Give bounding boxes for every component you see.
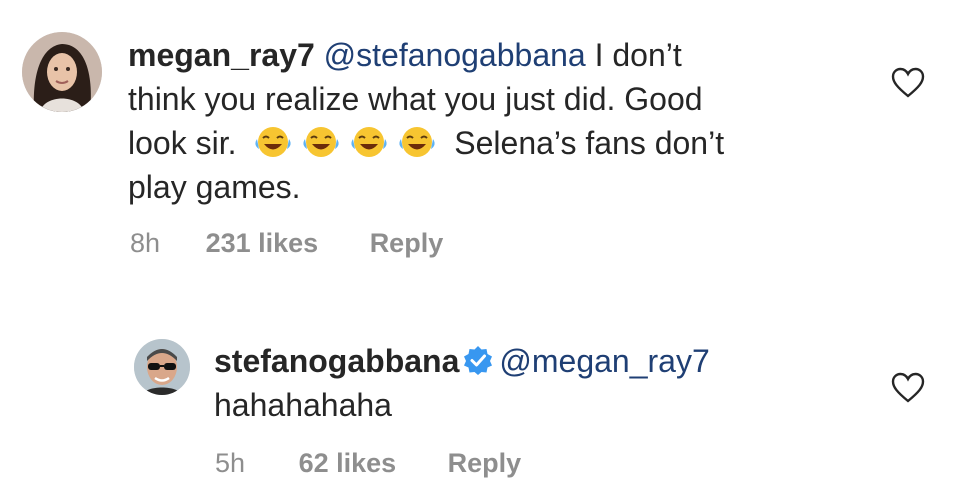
username[interactable]: megan_ray7	[128, 37, 315, 73]
timestamp: 5h	[215, 448, 246, 478]
mention-link[interactable]: @megan_ray7	[499, 343, 709, 379]
reply-button[interactable]: Reply	[448, 448, 522, 479]
comment-fragment: Selena’s fans don’t	[454, 125, 725, 161]
mention-link[interactable]: @stefanogabbana	[324, 37, 586, 73]
comment-meta: 5h 62 likes Reply	[215, 448, 521, 479]
comment-line-2: hahahahaha	[214, 387, 392, 423]
username[interactable]: stefanogabbana	[214, 343, 459, 379]
likes-count[interactable]: 231 likes	[206, 228, 319, 259]
face-with-tears-of-joy-icon	[255, 127, 291, 157]
comment-line-1: megan_ray7 @stefanogabbana I don’t	[128, 33, 724, 77]
reply-button[interactable]: Reply	[370, 228, 444, 259]
comment-text: megan_ray7 @stefanogabbana I don’t think…	[128, 33, 724, 209]
avatar-man-sunglasses-photo-icon	[134, 339, 190, 395]
comment-line-4: play games.	[128, 169, 301, 205]
comment-stefanogabbana: stefanogabbana @megan_ray7 hahahahaha 5h…	[0, 300, 970, 479]
heart-outline-icon[interactable]	[891, 67, 925, 99]
verified-badge-icon	[464, 346, 493, 375]
avatar-woman-photo-icon	[22, 32, 102, 112]
comment-line-3: look sir. Selena’s fans don’t	[128, 121, 724, 165]
emoji-group	[253, 125, 454, 161]
avatar[interactable]	[134, 339, 190, 395]
comment-megan-ray7: megan_ray7 @stefanogabbana I don’t think…	[0, 0, 970, 300]
timestamp: 8h	[130, 228, 161, 258]
comment-fragment: look sir.	[128, 125, 237, 161]
comment-fragment: I don’t	[585, 37, 682, 73]
likes-count[interactable]: 62 likes	[299, 448, 397, 479]
face-with-tears-of-joy-icon	[399, 127, 435, 157]
face-with-tears-of-joy-icon	[351, 127, 387, 157]
face-with-tears-of-joy-icon	[303, 127, 339, 157]
avatar[interactable]	[22, 32, 102, 112]
heart-outline-icon[interactable]	[891, 372, 925, 404]
comment-text: stefanogabbana @megan_ray7 hahahahaha	[214, 339, 710, 427]
comment-line-1: stefanogabbana @megan_ray7	[214, 339, 710, 383]
comment-meta: 8h 231 likes Reply	[130, 228, 443, 259]
comment-line-2: think you realize what you just did. Goo…	[128, 81, 703, 117]
